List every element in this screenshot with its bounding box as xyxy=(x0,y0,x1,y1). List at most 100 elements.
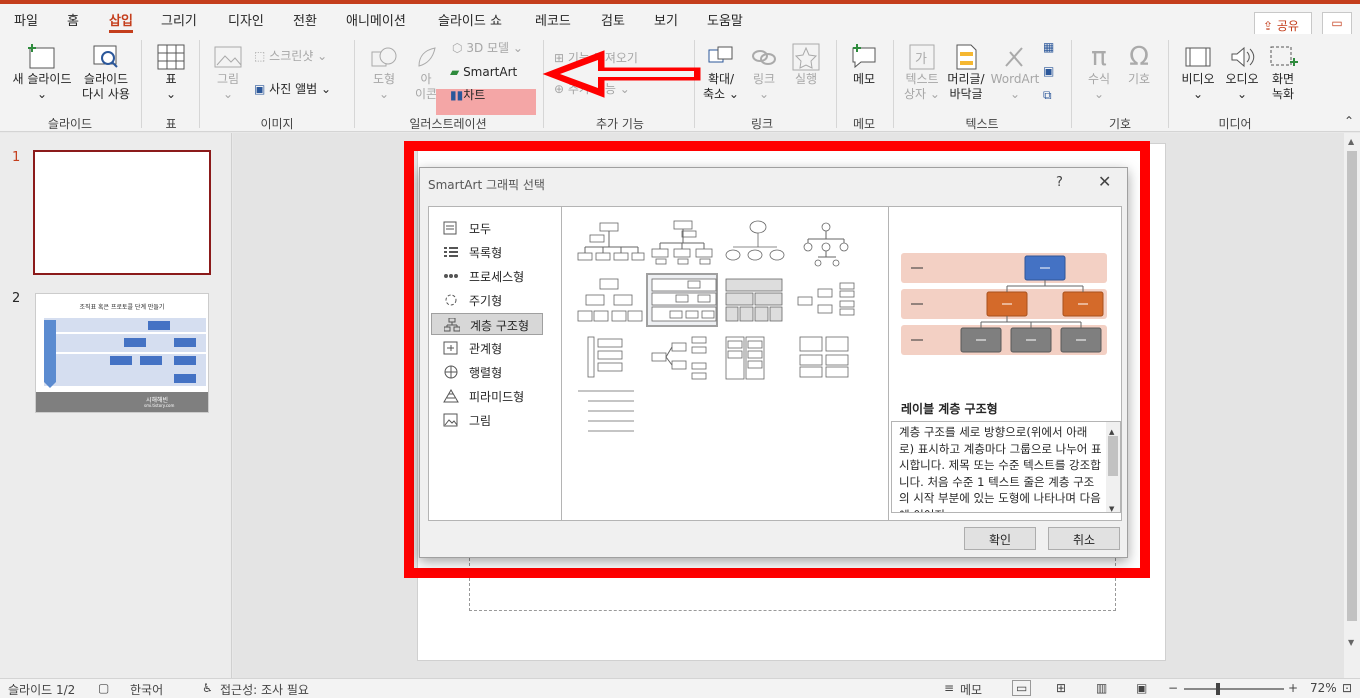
tab-file[interactable]: 파일 xyxy=(14,10,38,29)
zoom-button[interactable]: 확대/축소 ⌄ xyxy=(700,42,742,102)
layout-half-circle-org[interactable] xyxy=(722,217,794,271)
category-relationship[interactable]: 관계형 xyxy=(437,337,553,359)
photo-album-button[interactable]: ▣ 사진 앨범 ⌄ xyxy=(254,82,331,97)
category-all[interactable]: 모두 xyxy=(437,217,553,239)
header-footer-button[interactable]: 머리글/바닥글 xyxy=(944,42,988,102)
object-button[interactable]: ⧉ xyxy=(1043,88,1052,103)
slide-number-1: 1 xyxy=(12,150,21,165)
layout-labeled-hierarchy[interactable] xyxy=(646,273,718,327)
tab-animations[interactable]: 애니메이션 xyxy=(346,10,406,29)
normal-view-icon[interactable]: ▭ xyxy=(1012,680,1032,696)
symbol-button[interactable]: Ω 기호 xyxy=(1120,42,1158,87)
zoom-in-icon[interactable]: + xyxy=(1288,681,1298,695)
relationship-icon xyxy=(443,341,458,355)
comments-button[interactable]: ▭ xyxy=(1322,12,1352,36)
new-slide-button[interactable]: 새 슬라이드 ⌄ xyxy=(8,42,76,102)
scroll-down-icon[interactable]: ▼ xyxy=(1348,638,1354,647)
language-indicator[interactable]: 한국어 xyxy=(130,681,163,698)
wordart-button[interactable]: WordArt ⌄ xyxy=(990,42,1040,102)
accessibility-status[interactable]: 접근성: 조사 필요 xyxy=(220,681,309,698)
category-picture[interactable]: 그림 xyxy=(437,409,553,431)
layout-hierarchy[interactable] xyxy=(574,275,646,329)
vertical-scrollbar[interactable]: ▲ ▼ xyxy=(1344,133,1360,678)
layout-hierarchy-list[interactable] xyxy=(574,333,646,387)
collapse-ribbon-icon[interactable]: ⌃ xyxy=(1344,114,1354,129)
video-button[interactable]: 비디오 ⌄ xyxy=(1176,42,1220,102)
screen-recording-button[interactable]: 화면 녹화 xyxy=(1264,42,1302,102)
slide-thumbnail-1[interactable] xyxy=(33,150,211,275)
tab-transitions[interactable]: 전환 xyxy=(293,10,317,29)
slide-sorter-icon[interactable]: ⊞ xyxy=(1056,681,1066,695)
category-hierarchy[interactable]: 계층 구조형 xyxy=(431,313,543,335)
slideshow-view-icon[interactable]: ▣ xyxy=(1136,681,1147,695)
tab-draw[interactable]: 그리기 xyxy=(161,10,197,29)
comment-icon xyxy=(852,44,876,69)
layout-architecture[interactable] xyxy=(648,333,720,387)
audio-button[interactable]: 오디오 ⌄ xyxy=(1220,42,1264,102)
3d-models-button[interactable]: ⬡ 3D 모델 ⌄ xyxy=(452,41,523,56)
date-time-button[interactable]: ▦ xyxy=(1043,40,1054,55)
shapes-button[interactable]: 도형 ⌄ xyxy=(364,42,404,102)
scrollbar-thumb[interactable] xyxy=(1108,436,1118,476)
tab-view[interactable]: 보기 xyxy=(654,10,678,29)
share-button[interactable]: ⇪ 공유 xyxy=(1254,12,1312,36)
slide-number-button[interactable]: ▣ xyxy=(1043,64,1054,79)
screenshot-button[interactable]: ⬚ 스크린샷 ⌄ xyxy=(254,49,327,64)
tab-home[interactable]: 홈 xyxy=(67,10,79,29)
reuse-slides-button[interactable]: 슬라이드 다시 사용 xyxy=(78,42,134,102)
description-scrollbar[interactable]: ▲ ▼ xyxy=(1106,422,1120,512)
layout-circle-picture-hierarchy[interactable] xyxy=(796,217,868,271)
help-button[interactable]: ? xyxy=(1056,175,1063,190)
action-label: 실행 xyxy=(794,72,818,86)
preview-diagram xyxy=(901,253,1107,355)
zoom-level[interactable]: 72% xyxy=(1310,681,1337,695)
close-button[interactable]: ✕ xyxy=(1098,172,1111,191)
zoom-slider[interactable] xyxy=(1184,688,1284,690)
chevron-down-icon: ⌄ xyxy=(758,87,770,101)
layout-lined-hierarchy[interactable] xyxy=(574,387,646,441)
tab-review[interactable]: 검토 xyxy=(601,10,625,29)
tab-record[interactable]: 레코드 xyxy=(535,10,571,29)
table-label: 표 xyxy=(165,72,177,86)
textbox-button[interactable]: 가 텍스트 상자 ⌄ xyxy=(900,42,944,102)
spellcheck-icon[interactable]: ▢ xyxy=(98,681,109,695)
scroll-down-icon[interactable]: ▼ xyxy=(1109,501,1114,512)
ok-button[interactable]: 확인 xyxy=(964,527,1036,550)
cancel-button[interactable]: 취소 xyxy=(1048,527,1120,550)
fit-slide-icon[interactable]: ⊡ xyxy=(1342,681,1352,695)
category-list-type[interactable]: 목록형 xyxy=(437,241,553,263)
action-button[interactable]: 실행 xyxy=(788,42,824,87)
share-icon: ⇪ xyxy=(1263,19,1274,33)
zoom-slider-thumb[interactable] xyxy=(1216,683,1220,695)
reuse-label-2: 다시 사용 xyxy=(82,87,130,101)
category-pyramid[interactable]: 피라미드형 xyxy=(437,385,553,407)
layout-lined-list[interactable] xyxy=(796,333,868,387)
new-comment-button[interactable]: 메모 xyxy=(842,42,886,87)
tab-design[interactable]: 디자인 xyxy=(228,10,264,29)
layout-org-chart[interactable] xyxy=(574,217,646,271)
layout-table-hierarchy[interactable] xyxy=(722,275,794,329)
layout-vertical-box-list[interactable] xyxy=(722,333,794,387)
layout-name-title-org[interactable] xyxy=(648,217,720,271)
table-button[interactable]: 표 ⌄ xyxy=(152,42,190,102)
category-matrix[interactable]: 행렬형 xyxy=(437,361,553,383)
slide-thumbnail-2[interactable]: 조직표 혹은 프로토콜 단계 만들기 시해해빈 smi.tistory.com xyxy=(35,293,209,413)
scrollbar-thumb[interactable] xyxy=(1347,151,1357,621)
list-icon xyxy=(444,247,458,257)
chart-button[interactable]: ▮▮차트 xyxy=(450,88,485,103)
tab-slideshow[interactable]: 슬라이드 쇼 xyxy=(438,10,502,29)
picture-button[interactable]: 그림 ⌄ xyxy=(208,42,248,102)
layout-horizontal-hierarchy[interactable] xyxy=(796,275,868,329)
photo-album-label: 사진 앨범 xyxy=(269,82,318,96)
category-process[interactable]: 프로세스형 xyxy=(437,265,553,287)
notes-button[interactable]: 메모 xyxy=(960,681,982,698)
reading-view-icon[interactable]: ▥ xyxy=(1096,681,1107,695)
tab-insert[interactable]: 삽입 xyxy=(109,10,133,33)
tab-help[interactable]: 도움말 xyxy=(707,10,743,29)
smartart-button[interactable]: ▰ SmartArt xyxy=(450,65,517,80)
category-cycle[interactable]: 주기형 xyxy=(437,289,553,311)
link-button[interactable]: 링크 ⌄ xyxy=(746,42,782,102)
scroll-up-icon[interactable]: ▲ xyxy=(1348,137,1354,146)
zoom-out-icon[interactable]: − xyxy=(1168,681,1178,695)
equation-button[interactable]: π 수식 ⌄ xyxy=(1080,42,1118,102)
